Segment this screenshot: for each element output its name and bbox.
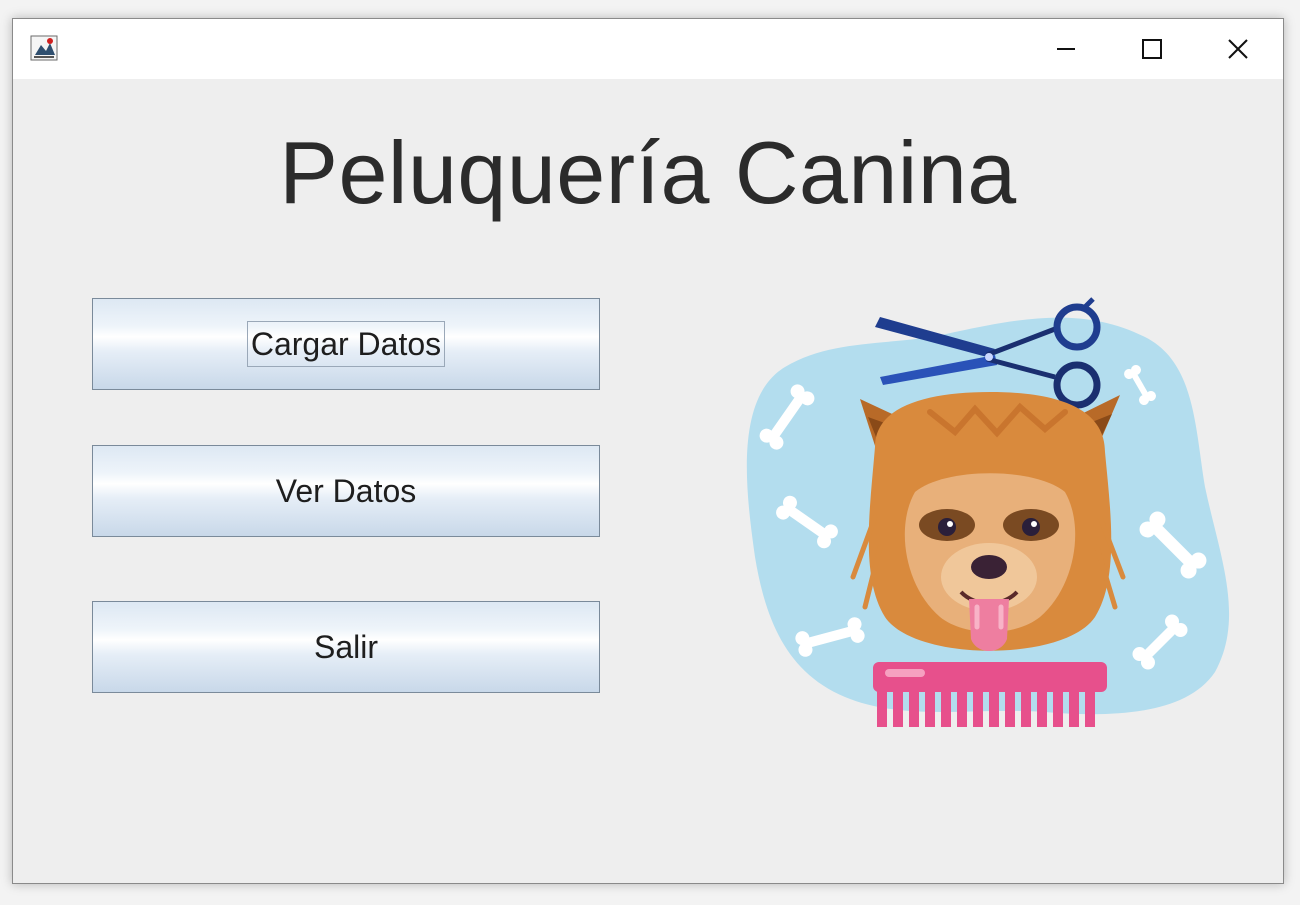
ver-datos-button[interactable]: Ver Datos xyxy=(92,445,600,537)
dog-grooming-illustration xyxy=(746,297,1230,727)
maximize-button[interactable] xyxy=(1109,19,1195,79)
maximize-icon xyxy=(1142,39,1162,59)
cargar-datos-label: Cargar Datos xyxy=(246,321,446,367)
title-bar[interactable] xyxy=(13,19,1283,79)
ver-datos-label: Ver Datos xyxy=(275,472,417,509)
close-button[interactable] xyxy=(1195,19,1281,79)
minimize-button[interactable] xyxy=(1023,19,1109,79)
salir-label: Salir xyxy=(313,628,378,665)
salir-button[interactable]: Salir xyxy=(92,601,600,693)
close-icon xyxy=(1228,39,1248,59)
cargar-datos-button[interactable]: Cargar Datos xyxy=(92,298,600,390)
dog-icon xyxy=(850,392,1126,651)
minimize-icon xyxy=(1057,48,1075,50)
java-duke-icon[interactable] xyxy=(29,33,59,63)
app-window: Peluquería Canina Cargar Datos Ver Datos… xyxy=(12,18,1284,884)
page-title: Peluquería Canina xyxy=(279,123,1017,222)
